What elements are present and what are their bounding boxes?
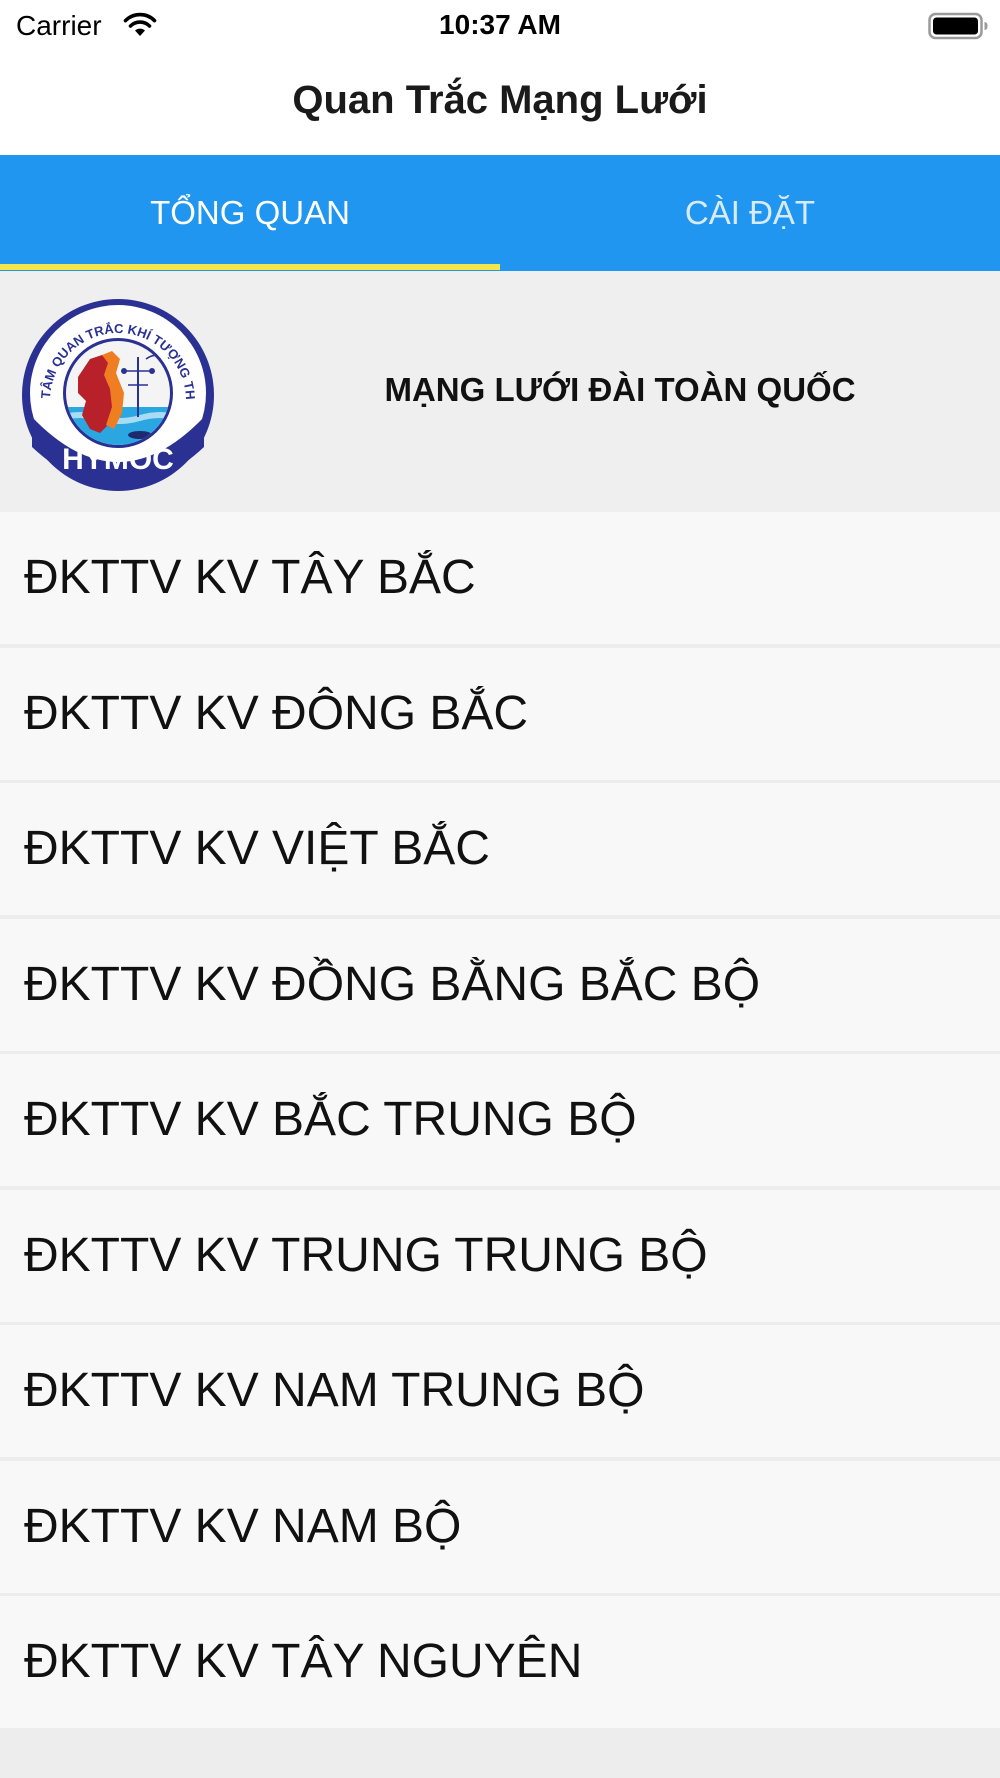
list-item-tay-nguyen[interactable]: ĐKTTV KV TÂY NGUYÊN: [0, 1596, 1000, 1728]
list-item-label: ĐKTTV KV TÂY NGUYÊN: [24, 1635, 583, 1688]
page-title: Quan Trắc Mạng Lưới: [292, 78, 708, 122]
tab-selected-indicator: [0, 264, 500, 270]
list-item-label: ĐKTTV KV ĐỒNG BẰNG BẮC BỘ: [24, 957, 761, 1011]
navigation-bar: Quan Trắc Mạng Lưới: [0, 52, 1000, 155]
list-item-dong-bac[interactable]: ĐKTTV KV ĐÔNG BẮC: [0, 647, 1000, 780]
list-item-label: ĐKTTV KV VIỆT BẮC: [24, 822, 490, 875]
list-item-nam-trung-bo[interactable]: ĐKTTV KV NAM TRUNG BỘ: [0, 1325, 1000, 1457]
list-item-label: ĐKTTV KV TRUNG TRUNG BỘ: [24, 1228, 708, 1282]
tab-overview[interactable]: TỔNG QUAN: [0, 155, 500, 271]
station-list: ĐKTTV KV TÂY BẮC ĐKTTV KV ĐÔNG BẮC ĐKTTV…: [0, 512, 1000, 1732]
tab-bar: TỔNG QUAN CÀI ĐẶT: [0, 155, 1000, 271]
list-item-label: ĐKTTV KV ĐÔNG BẮC: [24, 686, 529, 740]
hymoc-logo: TRUNG TÂM QUAN TRẮC KHÍ TƯỢNG THỦY VĂN H…: [20, 297, 214, 491]
network-banner: TRUNG TÂM QUAN TRẮC KHÍ TƯỢNG THỦY VĂN H…: [0, 271, 1000, 512]
status-time: 10:37 AM: [439, 9, 561, 40]
battery-icon: [928, 12, 988, 40]
banner-title: MẠNG LƯỚI ĐÀI TOÀN QUỐC: [384, 371, 856, 408]
list-item-trung-trung-bo[interactable]: ĐKTTV KV TRUNG TRUNG BỘ: [0, 1189, 1000, 1322]
svg-text:HYMOC: HYMOC: [62, 443, 174, 476]
list-item-viet-bac[interactable]: ĐKTTV KV VIỆT BẮC: [0, 783, 1000, 915]
list-item-label: ĐKTTV KV TÂY BẮC: [24, 551, 476, 604]
list-item-nam-bo[interactable]: ĐKTTV KV NAM BỘ: [0, 1460, 1000, 1593]
list-item-dong-bang-bac-bo[interactable]: ĐKTTV KV ĐỒNG BẰNG BẮC BỘ: [0, 918, 1000, 1051]
list-item-tay-bac[interactable]: ĐKTTV KV TÂY BẮC: [0, 512, 1000, 644]
list-item-label: ĐKTTV KV BẮC TRUNG BỘ: [24, 1093, 637, 1146]
list-item-bac-trung-bo[interactable]: ĐKTTV KV BẮC TRUNG BỘ: [0, 1054, 1000, 1186]
status-bar: Carrier 10:37 AM: [0, 0, 1000, 52]
list-item-label: ĐKTTV KV NAM BỘ: [24, 1499, 462, 1553]
tab-settings[interactable]: CÀI ĐẶT: [500, 155, 1000, 271]
list-item-label: ĐKTTV KV NAM TRUNG BỘ: [24, 1364, 645, 1417]
